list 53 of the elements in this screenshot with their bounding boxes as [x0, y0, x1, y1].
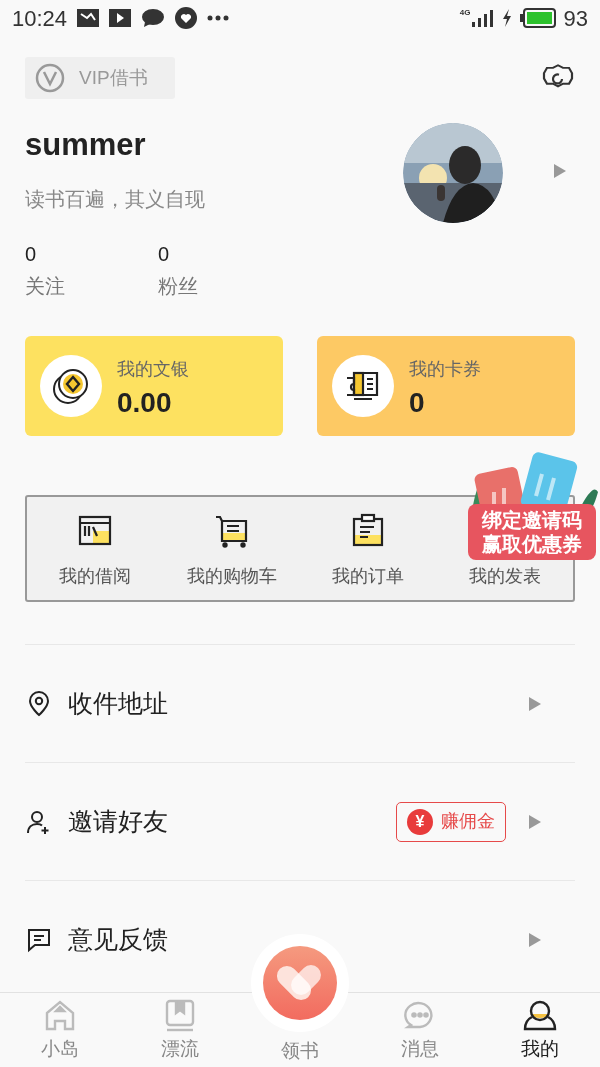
nav-tab[interactable]: 我的 — [480, 993, 600, 1067]
play-icon — [109, 9, 132, 27]
battery-percent: 93 — [563, 4, 588, 33]
cart-icon — [213, 513, 250, 549]
menu-label: 意见反馈 — [68, 924, 169, 956]
nav-tab[interactable]: 消息 — [360, 993, 480, 1067]
battery-icon — [519, 8, 556, 28]
card-value: 0.00 — [117, 388, 173, 417]
user-name: summer — [25, 129, 147, 160]
badge-text: 赚佣金 — [441, 810, 495, 833]
image-icon — [77, 9, 100, 27]
charging-icon — [501, 9, 512, 27]
coin-icon — [51, 366, 91, 406]
shortcut-label[interactable]: 我的发表 — [468, 563, 541, 590]
shortcut-label[interactable]: 我的购物车 — [186, 563, 277, 590]
card-title: 我的文银 — [117, 357, 189, 381]
stat-label: 关注 — [25, 276, 66, 296]
stat-label: 粉丝 — [158, 276, 199, 296]
nav-tab[interactable]: 领书 — [281, 1039, 319, 1063]
status-time: 10:24 — [12, 4, 68, 33]
nav-tab[interactable]: 小岛 — [0, 993, 120, 1067]
arrow-icon — [528, 813, 542, 830]
nav-tab[interactable]: 漂流 — [120, 993, 240, 1067]
user-icon — [522, 998, 558, 1033]
stat-value: 0 — [25, 244, 38, 264]
menu-row[interactable]: 邀请好友 ¥ 赚佣金 — [25, 763, 575, 881]
menu-label: 收件地址 — [68, 687, 169, 719]
card-title: 我的卡券 — [409, 357, 481, 381]
arrow-icon — [528, 695, 542, 712]
signal-icon — [471, 9, 494, 27]
menu-row[interactable]: 意见反馈 — [25, 881, 575, 984]
heart-button-icon[interactable] — [250, 933, 350, 1033]
arrow-icon — [553, 163, 567, 179]
stat-value: 0 — [158, 244, 171, 264]
stat-item[interactable]: 0 粉丝 — [158, 244, 291, 296]
more-dots-icon — [207, 15, 230, 21]
promo-text: 绑定邀请码 — [482, 508, 582, 532]
card-value: 0 — [409, 388, 426, 417]
menu-label: 邀请好友 — [68, 805, 169, 837]
network-type: 4G — [459, 9, 471, 17]
chat-icon — [141, 8, 166, 28]
shortcut-label[interactable]: 我的借阅 — [59, 563, 132, 590]
shortcut-label[interactable]: 我的订单 — [332, 563, 405, 590]
commission-badge[interactable]: ¥ 赚佣金 — [396, 801, 506, 842]
yen-icon: ¥ — [407, 808, 433, 835]
menu-row[interactable]: 收件地址 — [25, 645, 575, 763]
wallet-card[interactable]: 我的文银 0.00 — [25, 336, 283, 436]
v-circle-icon — [35, 63, 65, 93]
promo-text: 赢取优惠券 — [482, 532, 582, 556]
user-motto: 读书百遍，其义自现 — [25, 187, 206, 212]
wallet-card[interactable]: 我的卡券 0 — [317, 336, 575, 436]
stat-item[interactable]: 0 关注 — [25, 244, 158, 296]
arrow-icon — [528, 932, 542, 948]
